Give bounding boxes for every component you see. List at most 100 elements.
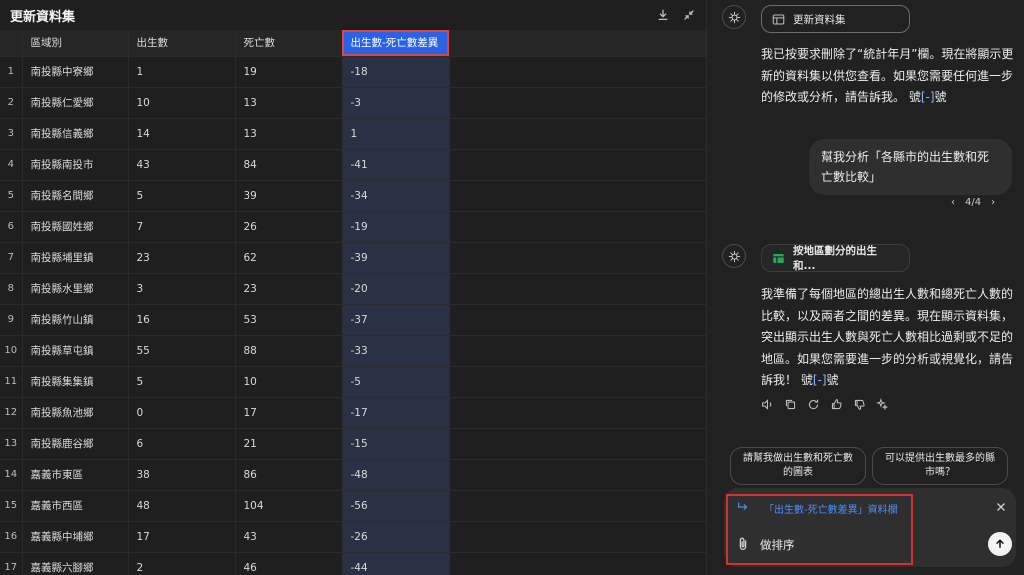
assistant-avatar-icon xyxy=(722,5,746,29)
table-cell: 88 xyxy=(235,335,343,367)
table-cell: 2 xyxy=(128,552,236,575)
message-pager: ‹ 4/4 › xyxy=(951,197,995,208)
table-cell: 14 xyxy=(128,118,236,150)
empty-cell xyxy=(449,552,706,575)
empty-cell xyxy=(449,335,706,367)
suggestion-chart-button[interactable]: 請幫我做出生數和死亡數的圖表 xyxy=(730,447,866,485)
table-cell: 53 xyxy=(235,304,343,336)
download-icon[interactable] xyxy=(656,8,670,22)
table-cell: 26 xyxy=(235,211,343,243)
empty-cell xyxy=(449,211,706,243)
table-icon xyxy=(772,14,785,24)
table-cell: 38 xyxy=(128,459,236,491)
assistant-avatar-icon xyxy=(722,244,746,268)
row-index: 4 xyxy=(0,149,23,181)
column-header-deaths[interactable]: 死亡數 xyxy=(235,30,343,57)
table-cell: 5 xyxy=(128,180,236,212)
collapse-icon[interactable] xyxy=(682,8,696,22)
regenerate-icon[interactable] xyxy=(807,398,821,412)
table-cell: -3 xyxy=(342,87,450,119)
table-cell: 南投縣中寮鄉 xyxy=(22,56,129,88)
message-actions xyxy=(761,398,890,412)
table-row: 6 南投縣國姓鄉 7 26 -19 xyxy=(0,211,706,243)
message-composer: 「出生數-死亡數差異」資料欄 做排序 xyxy=(724,488,1016,567)
row-index: 1 xyxy=(0,56,23,88)
empty-cell xyxy=(449,242,706,274)
row-index: 12 xyxy=(0,397,23,429)
table-cell: 南投縣魚池鄉 xyxy=(22,397,129,429)
empty-cell xyxy=(449,428,706,460)
table-cell: 南投縣南投市 xyxy=(22,149,129,181)
empty-cell xyxy=(449,87,706,119)
citation-link-2[interactable]: [-] xyxy=(813,373,827,387)
read-aloud-icon[interactable] xyxy=(761,398,775,412)
empty-cell xyxy=(449,180,706,212)
chevron-left-icon[interactable]: ‹ xyxy=(951,197,955,208)
row-index: 13 xyxy=(0,428,23,460)
close-icon[interactable] xyxy=(994,500,1008,514)
table-row: 5 南投縣名間鄉 5 39 -34 xyxy=(0,180,706,212)
column-header-difference[interactable]: 出生數-死亡數差異 xyxy=(342,30,450,57)
table-cell: 嘉義縣六腳鄉 xyxy=(22,552,129,575)
row-index: 6 xyxy=(0,211,23,243)
table-cell: 43 xyxy=(235,521,343,553)
row-index: 10 xyxy=(0,335,23,367)
chat-panel: 更新資料集 我已按要求刪除了“統計年月”欄。現在將顯示更新的資料集以供您查看。如… xyxy=(708,0,1024,575)
table-cell: 16 xyxy=(128,304,236,336)
empty-cell xyxy=(449,304,706,336)
column-header-region[interactable]: 區域別 xyxy=(22,30,129,57)
dataset-chip-label: 按地區劃分的出生和... xyxy=(793,245,877,272)
table-cell: 南投縣仁愛鄉 xyxy=(22,87,129,119)
table-row: 14 嘉義市東區 38 86 -48 xyxy=(0,459,706,491)
thumbs-up-icon[interactable] xyxy=(830,398,844,412)
copy-icon[interactable] xyxy=(784,398,798,412)
dataset-chip-updated[interactable]: 更新資料集 xyxy=(761,5,910,33)
message-input[interactable]: 做排序 xyxy=(760,537,795,553)
table-cell: 17 xyxy=(235,397,343,429)
table-row: 2 南投縣仁愛鄉 10 13 -3 xyxy=(0,87,706,119)
table-cell: -48 xyxy=(342,459,450,491)
table-header-row: 區域別 出生數 死亡數 出生數-死亡數差異 xyxy=(0,30,706,57)
attach-paperclip-icon[interactable] xyxy=(736,536,750,552)
row-index: 7 xyxy=(0,242,23,274)
assistant-message-1-tail: 號 xyxy=(934,90,947,104)
reply-arrow-icon xyxy=(738,502,748,511)
table-cell: 17 xyxy=(128,521,236,553)
suggestion-most-births-button[interactable]: 可以提供出生數最多的縣市嗎？ xyxy=(872,447,1008,485)
table-cell: 62 xyxy=(235,242,343,274)
thumbs-down-icon[interactable] xyxy=(853,398,867,412)
column-header-births[interactable]: 出生數 xyxy=(128,30,236,57)
dataset-header-icons xyxy=(656,8,696,22)
user-message: 幫我分析「各縣市的出生數和死亡數比較」 xyxy=(809,139,1012,195)
dataset-chip-by-region[interactable]: 按地區劃分的出生和... xyxy=(761,244,910,272)
table-cell: 48 xyxy=(128,490,236,522)
dataset-title: 更新資料集 xyxy=(10,9,76,25)
assistant-message-2-text: 我準備了每個地區的總出生人數和總死亡人數的比較，以及兩者之間的差異。現在顯示資料… xyxy=(761,287,1014,387)
table-cell: 3 xyxy=(128,273,236,305)
table-cell: 39 xyxy=(235,180,343,212)
table-cell: 南投縣名間鄉 xyxy=(22,180,129,212)
sparkle-model-icon[interactable] xyxy=(876,398,890,412)
row-index: 15 xyxy=(0,490,23,522)
table-cell: -41 xyxy=(342,149,450,181)
table-cell: 0 xyxy=(128,397,236,429)
assistant-message-2: 我準備了每個地區的總出生人數和總死亡人數的比較，以及兩者之間的差異。現在顯示資料… xyxy=(761,284,1015,392)
index-header xyxy=(0,30,23,57)
table-cell: 1 xyxy=(128,56,236,88)
table-cell: 南投縣信義鄉 xyxy=(22,118,129,150)
send-button[interactable] xyxy=(988,532,1012,556)
table-cell: 嘉義縣中埔鄉 xyxy=(22,521,129,553)
table-cell: -33 xyxy=(342,335,450,367)
quoted-column-text: 「出生數-死亡數差異」資料欄 xyxy=(764,505,898,516)
quoted-selection: 「出生數-死亡數差異」資料欄 xyxy=(724,488,1016,526)
table-row: 1 南投縣中寮鄉 1 19 -18 xyxy=(0,56,706,88)
table-cell: 13 xyxy=(235,87,343,119)
table-row: 11 南投縣集集鎮 5 10 -5 xyxy=(0,366,706,398)
table-body: 1 南投縣中寮鄉 1 19 -18 2 南投縣仁愛鄉 10 13 -3 3 南投縣信義鄉 14 13 1 4 南… xyxy=(0,56,706,575)
row-index: 9 xyxy=(0,304,23,336)
row-index: 14 xyxy=(0,459,23,491)
chevron-right-icon[interactable]: › xyxy=(991,197,995,208)
assistant-message-2-tail: 號 xyxy=(826,373,839,387)
dataset-chip-label: 更新資料集 xyxy=(793,13,846,26)
citation-link-1[interactable]: [-] xyxy=(921,90,935,104)
